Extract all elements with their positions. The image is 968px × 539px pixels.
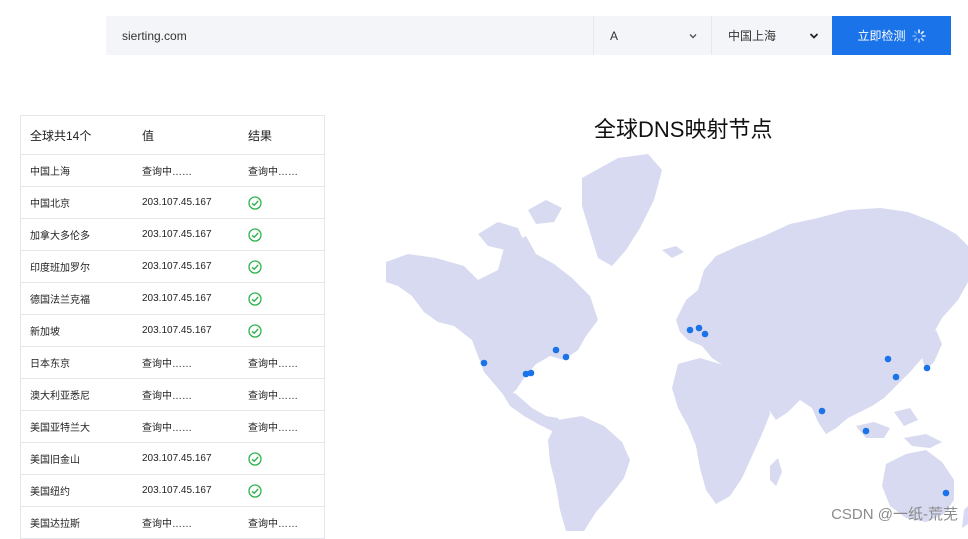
- table-row: 澳大利亚悉尼 查询中…… 查询中……: [20, 378, 325, 411]
- check-circle-icon: [248, 195, 262, 210]
- row-location: 澳大利亚悉尼: [20, 378, 133, 411]
- row-location: 美国亚特兰大: [20, 410, 133, 443]
- table-row: 美国达拉斯 查询中…… 查询中……: [20, 506, 325, 539]
- dns-node-dot: [480, 359, 488, 367]
- row-result: [239, 442, 325, 475]
- row-result: [239, 474, 325, 507]
- chevron-down-icon: [809, 32, 819, 39]
- table-row: 德国法兰克福 203.107.45.167: [20, 282, 325, 315]
- dns-node-dot: [552, 346, 560, 354]
- check-now-label: 立即检测: [857, 29, 906, 43]
- row-location: 日本东京: [20, 346, 133, 379]
- row-value: 203.107.45.167: [133, 442, 239, 475]
- row-result: 查询中……: [239, 346, 325, 379]
- header-result: 结果: [239, 115, 325, 155]
- dns-node-dot: [923, 364, 931, 372]
- row-result: [239, 186, 325, 219]
- table-row: 中国上海 查询中…… 查询中……: [20, 154, 325, 187]
- row-value: 查询中……: [133, 506, 239, 539]
- chevron-down-icon: [689, 33, 697, 38]
- dns-node-dot: [818, 407, 826, 415]
- dns-node-dot: [686, 326, 694, 334]
- check-circle-icon: [248, 227, 262, 242]
- region-value: 中国上海: [728, 29, 777, 43]
- check-circle-icon: [248, 259, 262, 274]
- world-landmass: [386, 154, 968, 531]
- row-value: 203.107.45.167: [133, 218, 239, 251]
- row-value: 查询中……: [133, 378, 239, 411]
- row-location: 中国上海: [20, 154, 133, 187]
- row-location: 新加坡: [20, 314, 133, 347]
- row-value: 203.107.45.167: [133, 250, 239, 283]
- table-row: 美国纽约 203.107.45.167: [20, 474, 325, 507]
- row-value: 查询中……: [133, 154, 239, 187]
- dns-node-dot: [884, 355, 892, 363]
- check-circle-icon: [248, 451, 262, 466]
- row-value: 203.107.45.167: [133, 186, 239, 219]
- dns-node-dot: [527, 369, 535, 377]
- dns-node-dot: [562, 353, 570, 361]
- dns-node-dot: [701, 330, 709, 338]
- check-circle-icon: [248, 291, 262, 306]
- row-value: 203.107.45.167: [133, 314, 239, 347]
- row-result: 查询中……: [239, 378, 325, 411]
- row-value: 203.107.45.167: [133, 474, 239, 507]
- table-row: 加拿大多伦多 203.107.45.167: [20, 218, 325, 251]
- row-result: [239, 282, 325, 315]
- row-result: 查询中……: [239, 506, 325, 539]
- row-location: 印度班加罗尔: [20, 250, 133, 283]
- row-result: 查询中……: [239, 154, 325, 187]
- row-location: 加拿大多伦多: [20, 218, 133, 251]
- watermark: CSDN @一纸-荒芜: [831, 506, 958, 523]
- record-type-value: A: [610, 28, 619, 43]
- row-result: [239, 218, 325, 251]
- row-location: 美国纽约: [20, 474, 133, 507]
- table-row: 中国北京 203.107.45.167: [20, 186, 325, 219]
- row-result: 查询中……: [239, 410, 325, 443]
- map-title: 全球DNS映射节点: [594, 117, 773, 142]
- loading-spinner-icon: [911, 28, 926, 43]
- table-row: 印度班加罗尔 203.107.45.167: [20, 250, 325, 283]
- row-value: 查询中……: [133, 346, 239, 379]
- row-value: 203.107.45.167: [133, 282, 239, 315]
- search-toolbar: A 中国上海 立即检测: [106, 16, 951, 55]
- row-result: [239, 250, 325, 283]
- table-header-row: 全球共14个 值 结果: [20, 115, 325, 155]
- header-location: 全球共14个: [20, 115, 133, 155]
- row-value: 查询中……: [133, 410, 239, 443]
- check-now-button[interactable]: 立即检测: [832, 16, 951, 55]
- dns-node-dot: [942, 489, 950, 497]
- dns-result-table: 全球共14个 值 结果 中国上海 查询中…… 查询中…… 中国北京 203.107.45…: [20, 115, 325, 539]
- dns-node-dot: [862, 427, 870, 435]
- row-location: 中国北京: [20, 186, 133, 219]
- table-row: 美国旧金山 203.107.45.167: [20, 442, 325, 475]
- dns-node-dot: [892, 373, 900, 381]
- row-location: 美国达拉斯: [20, 506, 133, 539]
- table-row: 新加坡 203.107.45.167: [20, 314, 325, 347]
- record-type-select[interactable]: A: [593, 16, 711, 55]
- world-map: [386, 154, 968, 531]
- check-circle-icon: [248, 323, 262, 338]
- dns-node-dot: [695, 324, 703, 332]
- domain-input[interactable]: [106, 16, 593, 55]
- header-value: 值: [133, 115, 239, 155]
- table-row: 日本东京 查询中…… 查询中……: [20, 346, 325, 379]
- check-circle-icon: [248, 483, 262, 498]
- table-row: 美国亚特兰大 查询中…… 查询中……: [20, 410, 325, 443]
- region-select[interactable]: 中国上海: [711, 16, 832, 55]
- row-location: 美国旧金山: [20, 442, 133, 475]
- row-location: 德国法兰克福: [20, 282, 133, 315]
- row-result: [239, 314, 325, 347]
